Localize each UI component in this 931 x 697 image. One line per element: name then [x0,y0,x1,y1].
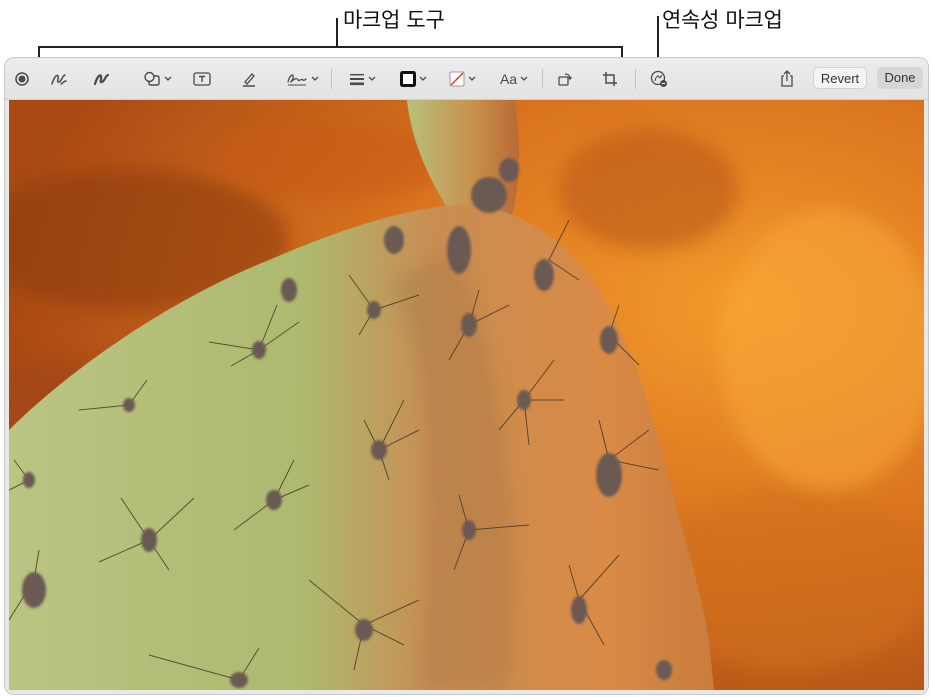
sketch-icon [50,71,68,87]
border-color-icon [399,71,416,87]
toolbar-divider [635,69,636,89]
share-icon [780,70,794,88]
toolbar-divider [331,69,332,89]
draw-button[interactable] [92,67,112,91]
highlight-button[interactable] [239,67,259,91]
fill-color-button[interactable] [444,67,480,91]
signature-icon [286,71,308,87]
chevron-down-icon [419,76,427,82]
chevron-down-icon [520,76,528,82]
fill-color-icon [449,71,465,87]
record-circle-icon [15,72,29,86]
crop-icon [602,71,618,87]
line-weight-icon [349,72,365,86]
rotate-icon [557,71,573,87]
chevron-down-icon [164,76,172,82]
revert-button[interactable]: Revert [813,67,867,89]
markup-window: Aa Revert Done [4,57,929,695]
record-button[interactable] [13,67,31,91]
rotate-button[interactable] [555,67,575,91]
sketch-button[interactable] [49,67,69,91]
shapes-icon [143,71,161,87]
draw-icon [93,71,111,87]
continuity-markup-icon [650,70,668,88]
markup-tools-bracket-stem [336,18,338,47]
text-style-icon: Aa [499,71,518,87]
cactus-photo [9,100,924,690]
crop-button[interactable] [600,67,620,91]
markup-tools-bracket-bar [38,46,623,48]
text-style-button[interactable]: Aa [495,67,533,91]
text-button[interactable] [192,67,212,91]
markup-toolbar: Aa Revert Done [5,58,928,100]
highlighter-icon [241,71,257,87]
chevron-down-icon [368,76,376,82]
shapes-button[interactable] [139,67,175,91]
done-button[interactable]: Done [877,67,923,89]
sign-button[interactable] [282,67,322,91]
toolbar-divider [542,69,543,89]
markup-tools-callout: 마크업 도구 [343,8,445,32]
border-color-button[interactable] [395,67,431,91]
share-button[interactable] [777,67,797,91]
chevron-down-icon [311,76,319,82]
chevron-down-icon [468,76,476,82]
continuity-markup-button[interactable] [648,67,670,91]
shape-style-button[interactable] [345,67,379,91]
text-box-icon [193,72,211,86]
continuity-markup-callout: 연속성 마크업 [662,8,783,32]
